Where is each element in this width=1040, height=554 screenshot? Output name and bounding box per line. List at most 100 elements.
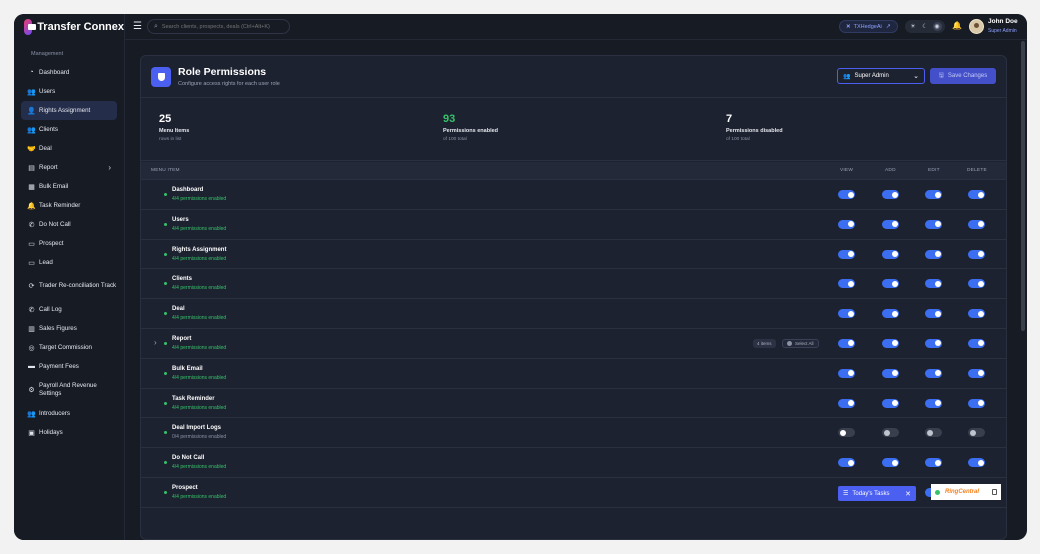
sidebar-nav: ◔ Dashboard 👥 Users 👤 Rights Assignment 👥 Clien… [14, 63, 124, 442]
card-header: Role Permissions Configure access rights… [141, 56, 1006, 98]
menu-toggle-icon[interactable]: ☰ [133, 21, 142, 32]
edit-permission-toggle[interactable] [925, 458, 942, 468]
delete-permission-toggle[interactable] [968, 279, 985, 289]
delete-permission-toggle[interactable] [968, 249, 985, 259]
select-all-button[interactable]: Select All [782, 338, 819, 348]
delete-permission-toggle[interactable] [968, 219, 985, 229]
status-dot-icon [164, 461, 167, 465]
search-input[interactable] [161, 23, 282, 30]
add-permission-toggle[interactable] [882, 398, 899, 408]
sidebar-item-clients[interactable]: 👥 Clients [21, 120, 117, 139]
sidebar-item-users[interactable]: 👥 Users [21, 82, 117, 101]
sidebar-item-payroll-and-revenue-settings[interactable]: ⚙ Payroll And Revenue Settings [21, 376, 117, 404]
search-box[interactable]: ⌕ [147, 19, 290, 34]
sidebar-item-bulk-email[interactable]: ▦ Bulk Email [21, 177, 117, 196]
delete-permission-toggle[interactable] [968, 428, 985, 438]
edit-permission-toggle[interactable] [925, 398, 942, 408]
brand[interactable]: Transfer Connex [14, 14, 124, 40]
delete-permission-toggle[interactable] [968, 190, 985, 199]
ringcentral-widget[interactable]: RingCentral [931, 484, 1001, 500]
page-title: Role Permissions [178, 66, 267, 78]
todays-tasks-button[interactable]: ☰ Today's Tasks ✕ [838, 486, 916, 501]
user-name[interactable]: John Doe [988, 18, 1018, 25]
sidebar-item-trader-re-conciliation-track[interactable]: ⟳ Trader Re-conciliation Track [21, 272, 117, 300]
add-permission-toggle[interactable] [882, 458, 899, 468]
view-permission-toggle[interactable] [838, 309, 855, 319]
status-dot-icon [164, 193, 167, 196]
delete-permission-toggle[interactable] [968, 338, 985, 348]
main-content: Role Permissions Configure access rights… [125, 41, 1021, 540]
edit-permission-toggle[interactable] [925, 309, 942, 319]
edit-permission-toggle[interactable] [925, 368, 942, 378]
sidebar-item-deal[interactable]: 🤝 Deal [21, 139, 117, 158]
sales-figures-icon: ▥ [28, 325, 35, 333]
add-permission-toggle[interactable] [882, 249, 899, 259]
row-menu-item-name: Deal [172, 306, 185, 313]
stat-permissions-enabled: 93 Permissions enabled of 100 total [443, 113, 498, 142]
sidebar-section-label: Management [31, 51, 64, 57]
close-icon[interactable]: ✕ [905, 490, 911, 498]
expand-chevron-icon[interactable]: › [154, 338, 157, 347]
sidebar-item-prospect[interactable]: ▭ Prospect [21, 234, 117, 253]
sidebar-item-holidays[interactable]: ▣ Holidays [21, 423, 117, 442]
add-permission-toggle[interactable] [882, 368, 899, 378]
edit-permission-toggle[interactable] [925, 249, 942, 259]
edit-permission-toggle[interactable] [925, 338, 942, 348]
light-theme-icon[interactable]: ☀ [909, 22, 918, 31]
view-permission-toggle[interactable] [838, 279, 855, 289]
sidebar-item-target-commission[interactable]: ◎ Target Commission [21, 338, 117, 357]
view-permission-toggle[interactable] [838, 458, 855, 468]
column-header-delete: DELETE [967, 168, 987, 173]
delete-permission-toggle[interactable] [968, 368, 985, 378]
permissions-table-body: Dashboard 4/4 permissions enabled Users 4/4… [141, 180, 1006, 508]
workspace-link[interactable]: ✕ TXHedgeAi ↗ [839, 20, 898, 33]
role-select-value: Super Admin [854, 73, 889, 79]
column-header-add: ADD [885, 168, 896, 173]
sidebar-item-payment-fees[interactable]: ▬ Payment Fees [21, 357, 117, 376]
sidebar-item-report[interactable]: ▤ Report › [21, 158, 117, 177]
dark-theme-icon[interactable]: ☾ [921, 22, 930, 31]
sidebar-item-introducers[interactable]: 👥 Introducers [21, 404, 117, 423]
add-permission-toggle[interactable] [882, 219, 899, 229]
add-permission-toggle[interactable] [882, 309, 899, 319]
view-permission-toggle[interactable] [838, 219, 855, 229]
add-permission-toggle[interactable] [882, 190, 899, 199]
delete-permission-toggle[interactable] [968, 398, 985, 408]
view-permission-toggle[interactable] [838, 398, 855, 408]
view-permission-toggle[interactable] [838, 368, 855, 378]
view-permission-toggle[interactable] [838, 338, 855, 348]
table-row: Deal Import Logs 0/4 permissions enabled [141, 418, 1006, 449]
save-changes-button[interactable]: 🖫 Save Changes [930, 68, 996, 84]
view-permission-toggle[interactable] [838, 249, 855, 259]
delete-permission-toggle[interactable] [968, 309, 985, 319]
sidebar-item-task-reminder[interactable]: 🔔 Task Reminder [21, 196, 117, 215]
sidebar-item-rights-assignment[interactable]: 👤 Rights Assignment [21, 101, 117, 120]
row-permission-status: 4/4 permissions enabled [172, 315, 227, 322]
sidebar-item-call-log[interactable]: ✆ Call Log [21, 300, 117, 319]
add-permission-toggle[interactable] [882, 428, 899, 438]
page-scrollbar[interactable] [1021, 41, 1025, 331]
sidebar-item-sales-figures[interactable]: ▥ Sales Figures [21, 319, 117, 338]
external-link-icon: ↗ [885, 24, 891, 30]
avatar[interactable] [969, 19, 984, 34]
report-icon: ▤ [28, 164, 35, 172]
add-permission-toggle[interactable] [882, 338, 899, 348]
sidebar-item-do-not-call[interactable]: ✆ Do Not Call [21, 215, 117, 234]
view-permission-toggle[interactable] [838, 428, 855, 438]
edit-permission-toggle[interactable] [925, 428, 942, 438]
sidebar-item-dashboard[interactable]: ◔ Dashboard [21, 63, 117, 82]
view-permission-toggle[interactable] [838, 190, 855, 199]
add-permission-toggle[interactable] [882, 279, 899, 289]
stat-value: 93 [443, 113, 456, 125]
delete-permission-toggle[interactable] [968, 458, 985, 468]
edit-permission-toggle[interactable] [925, 279, 942, 289]
role-select[interactable]: 👥 Super Admin ⌄ [837, 68, 925, 84]
sidebar-item-lead[interactable]: ▭ Lead [21, 253, 117, 272]
sidebar-item-label: Rights Assignment [39, 106, 91, 114]
edit-permission-toggle[interactable] [925, 219, 942, 229]
notifications-bell-icon[interactable]: 🔔 [952, 21, 962, 30]
items-count-badge: 4 items [753, 338, 776, 348]
edit-permission-toggle[interactable] [925, 190, 942, 199]
status-dot-icon [164, 490, 167, 494]
system-theme-icon[interactable]: ◉ [932, 22, 942, 31]
